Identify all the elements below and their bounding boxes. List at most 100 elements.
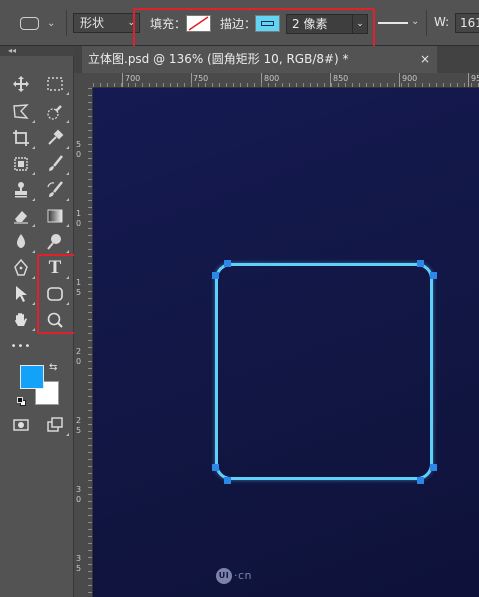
- tool-mode-label: 形状: [80, 16, 105, 30]
- ruler-label: 1: [76, 209, 82, 218]
- ruler-label: 800: [264, 74, 280, 83]
- anchor-point[interactable]: [212, 464, 219, 471]
- stroke-label: 描边：: [220, 17, 257, 31]
- brush-tool[interactable]: [43, 152, 69, 176]
- document-tab[interactable]: 立体图.psd @ 136% (圆角矩形 10, RGB/8#) * ×: [82, 46, 437, 73]
- crop-icon: [13, 130, 29, 146]
- document-canvas[interactable]: UI ·cn: [93, 88, 479, 597]
- lasso-icon: [13, 104, 29, 119]
- close-icon[interactable]: ×: [420, 46, 430, 73]
- ruler-label: 0: [76, 150, 82, 159]
- ruler-label: 700: [125, 74, 141, 83]
- stroke-color-swatch[interactable]: [255, 15, 280, 32]
- text-tool[interactable]: T: [43, 256, 69, 280]
- rounded-rectangle-tool[interactable]: [43, 282, 69, 306]
- anchor-point[interactable]: [224, 260, 231, 267]
- ruler-label: 5: [76, 564, 82, 573]
- eyedropper-tool[interactable]: [43, 126, 69, 150]
- arrow-pointer-icon: [16, 286, 27, 302]
- dodge-icon: [47, 234, 61, 250]
- document-tab-title: 立体图.psd @ 136% (圆角矩形 10, RGB/8#) *: [88, 52, 349, 66]
- divider: [66, 10, 67, 36]
- anchor-point[interactable]: [430, 464, 437, 471]
- hand-tool[interactable]: [9, 308, 35, 332]
- ruler-label: 0: [76, 357, 82, 366]
- stroke-width-value: 2 像素: [292, 17, 328, 31]
- ruler-label: 0: [76, 495, 82, 504]
- divider: [426, 10, 427, 36]
- healing-brush-tool[interactable]: [9, 152, 35, 176]
- quick-mask-icon: [13, 419, 29, 431]
- ruler-label: 2: [76, 347, 82, 356]
- quick-mask-button[interactable]: [9, 413, 33, 437]
- default-colors-icon[interactable]: [17, 397, 26, 406]
- more-icon: •••: [10, 340, 32, 352]
- stroke-swatch-icon: [261, 21, 274, 26]
- ruler-label: 2: [76, 416, 82, 425]
- crop-tool[interactable]: [9, 126, 35, 150]
- marquee-tool[interactable]: [43, 72, 69, 96]
- ruler-corner: [74, 73, 93, 88]
- fill-swatch-none[interactable]: [186, 15, 211, 32]
- anchor-point[interactable]: [212, 272, 219, 279]
- eraser-icon: [14, 211, 28, 224]
- chevron-down-icon[interactable]: ⌄: [47, 18, 55, 29]
- quick-select-tool[interactable]: [43, 100, 69, 124]
- ruler-label: 900: [402, 74, 418, 83]
- chevron-down-icon: ⌄: [352, 15, 367, 33]
- ruler-label: 5: [76, 288, 82, 297]
- rounded-rectangle-icon: [47, 287, 63, 301]
- foreground-color-swatch-top[interactable]: [20, 365, 44, 389]
- ruler-label: 5: [76, 140, 82, 149]
- ruler-label: 3: [76, 485, 82, 494]
- ruler-label: 750: [193, 74, 209, 83]
- history-brush-tool[interactable]: [43, 178, 69, 202]
- anchor-point[interactable]: [417, 477, 424, 484]
- healing-brush-icon: [14, 157, 28, 171]
- no-fill-icon: [188, 16, 209, 31]
- collapse-toolbox-button[interactable]: ◂◂: [0, 46, 74, 56]
- stamp-icon: [15, 182, 27, 198]
- zoom-tool[interactable]: [43, 308, 67, 332]
- lasso-tool[interactable]: [9, 100, 35, 124]
- quick-select-icon: [47, 105, 62, 120]
- move-icon: [13, 76, 29, 92]
- width-input[interactable]: 161: [455, 13, 479, 33]
- screen-mode-icon: [47, 417, 63, 432]
- document-tab-bar: 立体图.psd @ 136% (圆角矩形 10, RGB/8#) * ×: [74, 46, 479, 73]
- ruler-vertical[interactable]: 5 0 1 0 1 5 2 0 2 5 3 0 3 5: [74, 88, 93, 597]
- chevron-down-icon: ⌄: [127, 18, 135, 28]
- anchor-point[interactable]: [430, 272, 437, 279]
- rounded-rectangle-shape[interactable]: [215, 263, 433, 480]
- fill-label: 填充：: [150, 17, 187, 31]
- ruler-label: 5: [76, 426, 82, 435]
- shape-preset-icon[interactable]: [20, 17, 39, 30]
- stroke-line-style[interactable]: [378, 22, 408, 24]
- clone-stamp-tool[interactable]: [9, 178, 35, 202]
- toolbox: ◂◂ T ••• ⇆: [0, 46, 74, 597]
- hand-icon: [15, 313, 27, 326]
- watermark: UI ·cn: [216, 568, 252, 584]
- brush-icon: [49, 155, 63, 171]
- path-selection-tool[interactable]: [9, 282, 35, 306]
- more-tools-button[interactable]: •••: [9, 334, 33, 358]
- stroke-width-select[interactable]: 2 像素 ⌄: [286, 14, 368, 34]
- options-bar: ⌄ 形状 ⌄ 填充： 描边： 2 像素 ⌄ ⌄ W: 161: [0, 0, 479, 46]
- anchor-point[interactable]: [417, 260, 424, 267]
- eyedropper-icon: [48, 129, 64, 145]
- gradient-tool[interactable]: [43, 204, 69, 228]
- screen-mode-button[interactable]: [43, 413, 69, 437]
- blur-tool[interactable]: [9, 230, 35, 254]
- text-icon: T: [48, 257, 62, 278]
- dodge-tool[interactable]: [43, 230, 69, 254]
- watermark-logo: UI: [216, 568, 232, 584]
- eraser-tool[interactable]: [9, 204, 35, 228]
- tool-mode-select[interactable]: 形状 ⌄: [73, 13, 140, 33]
- ruler-horizontal[interactable]: 700 750 800 850 900 950: [93, 73, 479, 88]
- zoom-icon: [47, 312, 63, 328]
- pen-tool[interactable]: [9, 256, 35, 280]
- anchor-point[interactable]: [224, 477, 231, 484]
- chevron-down-icon[interactable]: ⌄: [411, 16, 419, 27]
- swap-colors-icon[interactable]: ⇆: [49, 362, 57, 373]
- move-tool[interactable]: [9, 72, 33, 96]
